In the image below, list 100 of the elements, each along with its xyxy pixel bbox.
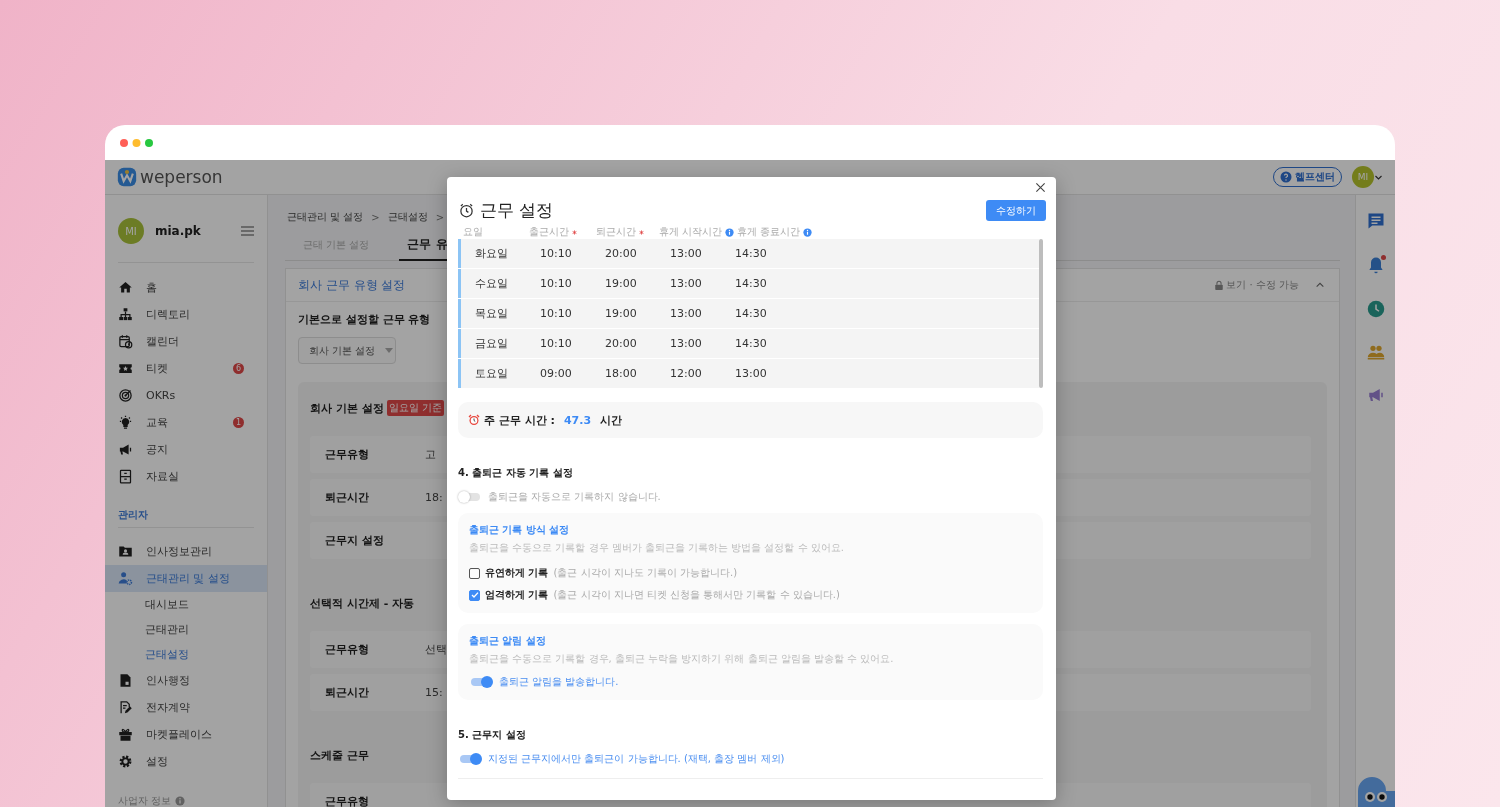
sidebar-item[interactable]: 교육 1 bbox=[105, 409, 267, 436]
modal-title: 근무 설정 bbox=[480, 199, 554, 222]
field-value: 고 bbox=[425, 447, 436, 462]
document-pen-icon bbox=[118, 700, 133, 715]
breadcrumb-link[interactable]: 근태설정 bbox=[387, 210, 428, 224]
sidebar-item[interactable]: 공지 bbox=[105, 436, 267, 463]
caret-icon bbox=[385, 348, 394, 353]
chat-icon[interactable] bbox=[1366, 212, 1385, 230]
column-header: 퇴근시간 bbox=[596, 225, 636, 239]
help-button[interactable]: 헬프센터 bbox=[1273, 167, 1342, 187]
target-icon bbox=[118, 388, 133, 403]
type-name: 회사 기본 설정 bbox=[310, 400, 384, 416]
checkbox[interactable] bbox=[469, 589, 480, 601]
section-heading: 관리자 bbox=[117, 508, 149, 522]
option-note: (출근 시각이 지나도 기록이 가능합니다.) bbox=[553, 566, 738, 580]
toggle-label: 지정된 근무지에서만 출퇴근이 가능합니다. (재택, 출장 멤버 제외) bbox=[488, 752, 785, 766]
megaphone-icon bbox=[118, 442, 133, 457]
folder-person-icon bbox=[118, 544, 133, 559]
column-header: 요일 bbox=[463, 225, 483, 239]
summary-label: 주 근무 시간 : bbox=[484, 412, 555, 428]
column-header: 휴게 종료시간 bbox=[737, 225, 801, 239]
sidebar-subitem[interactable]: 근태설정 bbox=[105, 642, 267, 667]
user-name: mia.pk bbox=[155, 224, 201, 238]
home-icon bbox=[118, 280, 133, 295]
table-cell-text: 14:30 bbox=[735, 247, 768, 260]
toggle-switch[interactable] bbox=[469, 676, 493, 688]
table-cell-text: 19:00 bbox=[605, 277, 638, 290]
sidebar-item[interactable]: 마켓플레이스 bbox=[105, 721, 267, 748]
option-label: 엄격하게 기록 bbox=[485, 588, 549, 602]
table-cell-text: 14:30 bbox=[735, 337, 768, 350]
megaphone-icon[interactable] bbox=[1366, 386, 1385, 404]
alarm-clock-icon bbox=[468, 414, 480, 426]
count-badge: 6 bbox=[233, 363, 244, 374]
clock-icon[interactable] bbox=[1366, 300, 1385, 318]
table-cell-text: 18:00 bbox=[605, 367, 638, 380]
close-button[interactable] bbox=[1034, 181, 1047, 194]
table-cell-text: 09:00 bbox=[540, 367, 573, 380]
checkbox[interactable] bbox=[469, 567, 480, 579]
type-dropdown[interactable]: 회사 기본 설정 bbox=[298, 337, 396, 364]
user-avatar: MI bbox=[118, 218, 144, 244]
column-header: 휴게 시작시간 bbox=[659, 225, 723, 239]
field-label: 근무유형 bbox=[325, 794, 370, 807]
table-cell-text: 13:00 bbox=[670, 307, 703, 320]
card-title: 출퇴근 기록 방식 설정 bbox=[469, 523, 571, 537]
table-cell-text: 13:00 bbox=[735, 367, 768, 380]
sidebar-item[interactable]: 설정 bbox=[105, 748, 267, 775]
table-cell-text: 목요일 bbox=[475, 306, 509, 321]
sidebar-item[interactable]: 캘린더 bbox=[105, 328, 267, 355]
section-title: 4. 출퇴근 자동 기록 설정 bbox=[458, 466, 574, 480]
toggle-switch[interactable] bbox=[458, 491, 482, 503]
table-cell-text: 13:00 bbox=[670, 247, 703, 260]
sidebar-item[interactable]: 티켓 6 bbox=[105, 355, 267, 382]
status-tag: 일요일 기준 bbox=[386, 400, 444, 416]
sidebar-subitem[interactable]: 대시보드 bbox=[105, 592, 267, 617]
table-cell-text: 14:30 bbox=[735, 307, 768, 320]
field-value: 선택 bbox=[425, 642, 447, 657]
gift-icon bbox=[118, 727, 133, 742]
section-title: 5. 근무지 설정 bbox=[458, 728, 527, 742]
scrollbar-thumb[interactable] bbox=[1039, 239, 1043, 388]
field-label: 근무유형 bbox=[325, 447, 370, 462]
toggle-switch[interactable] bbox=[458, 753, 482, 765]
field-label: 근무유형 bbox=[325, 642, 370, 657]
window-controls-icon[interactable] bbox=[120, 138, 153, 147]
toggle-label: 출퇴근 알림을 발송합니다. bbox=[499, 675, 619, 689]
table-cell-text: 13:00 bbox=[670, 277, 703, 290]
edit-button[interactable]: 수정하기 bbox=[986, 200, 1046, 221]
table-cell-text: 10:10 bbox=[540, 247, 573, 260]
table-cell-text: 수요일 bbox=[475, 276, 509, 291]
org-chart-icon bbox=[118, 307, 133, 322]
chatbot-icon[interactable] bbox=[1358, 777, 1395, 807]
sidebar-item[interactable]: 디렉토리 bbox=[105, 301, 267, 328]
type-name: 선택적 시간제 - 자동 bbox=[310, 595, 415, 611]
breadcrumb-link[interactable]: 근태관리 및 설정 bbox=[287, 210, 364, 224]
menu-icon[interactable] bbox=[241, 226, 254, 236]
field-label: 퇴근시간 bbox=[325, 490, 370, 505]
table-cell-text: 토요일 bbox=[475, 366, 509, 381]
calendar-icon bbox=[118, 334, 133, 349]
panel-title: 회사 근무 유형 설정 bbox=[298, 276, 406, 294]
sidebar-item[interactable]: 인사행정 bbox=[105, 667, 267, 694]
sidebar-item[interactable]: 홈 bbox=[105, 274, 267, 301]
lock-icon bbox=[1214, 279, 1225, 291]
field-value: 15: bbox=[425, 686, 443, 699]
sidebar-item[interactable]: OKRs bbox=[105, 382, 267, 409]
sidebar-item[interactable]: 인사정보관리 bbox=[105, 538, 267, 565]
toggle-label: 출퇴근을 자동으로 기록하지 않습니다. bbox=[488, 490, 661, 504]
sidebar-item[interactable]: 전자계약 bbox=[105, 694, 267, 721]
document-icon bbox=[118, 673, 133, 688]
field-label: 퇴근시간 bbox=[325, 685, 370, 700]
field-value: 18: bbox=[425, 491, 443, 504]
access-text: 보기 · 수정 가능 bbox=[1226, 278, 1299, 292]
table-cell-text: 19:00 bbox=[605, 307, 638, 320]
sidebar-item[interactable]: 자료실 bbox=[105, 463, 267, 490]
table-cell-text: 13:00 bbox=[670, 337, 703, 350]
lightbulb-icon bbox=[118, 415, 133, 430]
logo-icon bbox=[117, 167, 137, 187]
summary-value: 47.3 bbox=[563, 413, 592, 427]
settings-icon bbox=[118, 754, 133, 769]
people-icon[interactable] bbox=[1366, 343, 1385, 361]
table-cell-text: 12:00 bbox=[670, 367, 703, 380]
sidebar-subitem[interactable]: 근태관리 bbox=[105, 617, 267, 642]
